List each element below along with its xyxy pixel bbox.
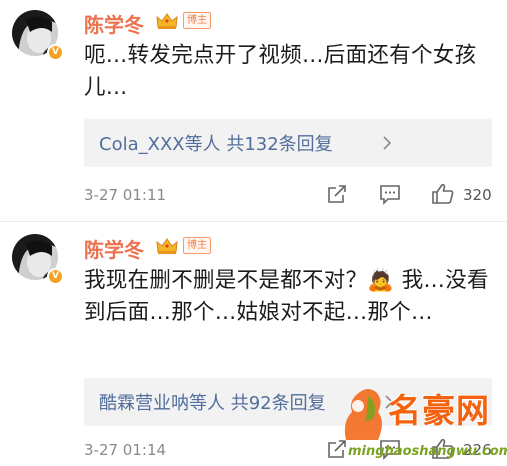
replies-summary-label: Cola_XXX等人 共132条回复 [99, 134, 333, 155]
comment-text: 呃…转发完点开了视频…后面还有个女孩儿… [84, 43, 477, 100]
comment-timestamp: 3-27 01:14 [84, 441, 167, 459]
watermark: 名豪网 minghaoshangwu.com [330, 372, 507, 466]
watermark-title: 名豪网 [388, 391, 490, 430]
replies-summary-label: 酷霖营业呐等人 共92条回复 [99, 393, 326, 414]
watermark-logo-icon [344, 389, 382, 440]
username[interactable]: 陈学冬 [84, 234, 144, 263]
comment-text: 我现在删不删是不是都不对？🙇 我…没看到后面…那个…姑娘对不起…那个… [84, 268, 489, 325]
username[interactable]: 陈学冬 [84, 9, 144, 38]
crown-icon [156, 13, 178, 29]
author-tag: 博主 [183, 237, 211, 254]
thumbs-up-icon[interactable] [431, 182, 455, 206]
author-tag: 博主 [183, 12, 211, 29]
replies-summary[interactable]: Cola_XXX等人 共132条回复 [84, 119, 492, 167]
verified-badge: V [47, 268, 64, 285]
share-icon[interactable] [325, 182, 349, 206]
chevron-right-icon [383, 136, 392, 150]
like-count: 320 [463, 186, 492, 204]
comment-item: V 陈学冬 博主 呃…转发完点开了视频…后面还有个女孩儿… Cola_XXX等人… [0, 0, 507, 222]
verified-badge: V [47, 44, 64, 61]
comment-timestamp: 3-27 01:11 [84, 186, 167, 204]
crown-icon [156, 238, 178, 254]
watermark-url: minghaoshangwu.com [348, 444, 507, 459]
comment-icon[interactable] [378, 182, 402, 206]
